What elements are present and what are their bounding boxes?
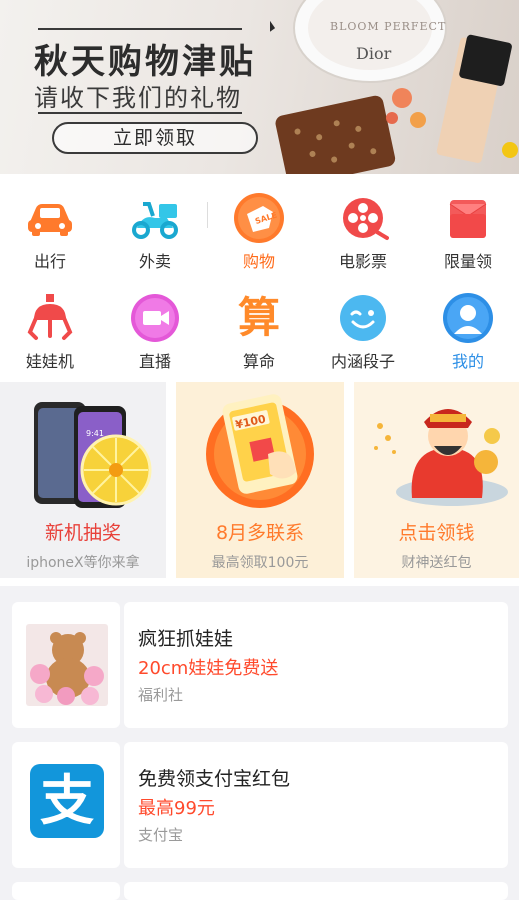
grid-item-label: 外卖 [138, 252, 171, 271]
card-title: 免费领支付宝红包 [138, 768, 291, 790]
grid-item-label: 购物 [242, 252, 275, 271]
phone-screen-time: 9:41 [86, 429, 104, 438]
promo-subtitle: 最高领取100元 [211, 555, 309, 571]
card-source: 福利社 [138, 686, 184, 704]
service-grid: 出行 外卖 SALE 购物 电影票 限量领 娃娃机 直播 算 算命 内涵段子 我… [0, 174, 519, 380]
user-avatar-icon [443, 293, 493, 343]
scooter-icon [132, 202, 178, 239]
product-label: BLOOM PERFECT [330, 20, 447, 33]
grid-item-movie-ticket[interactable]: 电影票 [311, 184, 415, 284]
grid-item-label: 内涵段子 [330, 352, 395, 371]
grid-item-label: 电影票 [338, 252, 387, 271]
promo-card-lottery[interactable]: 9:41 新机抽奖 iphoneX等你来拿 [0, 382, 166, 578]
promo-subtitle: 财神送红包 [401, 555, 472, 571]
card-highlight: 20cm娃娃免费送 [138, 658, 279, 679]
grid-item-mine[interactable]: 我的 [416, 284, 519, 384]
grid-item-takeout[interactable]: 外卖 [103, 184, 207, 284]
grid-item-label: 我的 [451, 352, 484, 371]
list-card-claw[interactable]: 疯狂抓娃娃 20cm娃娃免费送 福利社 [12, 602, 508, 728]
film-reel-icon [343, 198, 389, 240]
phone-lottery-icon: 9:41 [34, 402, 152, 508]
grid-item-label: 直播 [138, 352, 171, 371]
claw-machine-icon [27, 294, 73, 340]
god-of-wealth-icon [374, 409, 508, 506]
alipay-logo: 支 [30, 764, 104, 838]
promo-banner[interactable]: 秋天购物津贴 请收下我们的礼物 立即领取 BLOOM PERFECT Dior [0, 0, 519, 174]
list-card-alipay[interactable]: 支 免费领支付宝红包 最高99元 支付宝 [12, 742, 508, 868]
grid-item-label: 算命 [242, 352, 275, 371]
phone-money-icon: ¥100 [206, 394, 314, 508]
grid-item-shopping[interactable]: SALE 购物 [207, 184, 311, 284]
promo-subtitle: iphoneX等你来拿 [26, 555, 140, 571]
promo-card-fortune-money[interactable]: 点击领钱 财神送红包 [354, 382, 519, 578]
banner-title: 秋天购物津贴 [34, 42, 256, 82]
grid-item-label: 娃娃机 [25, 352, 74, 371]
promo-card-contact[interactable]: ¥100 8月多联系 最高领取100元 [176, 382, 344, 578]
grid-item-label: 限量领 [443, 252, 492, 271]
brand-label: Dior [356, 44, 392, 63]
red-envelope-icon [449, 200, 487, 238]
promo-title: 8月多联系 [215, 522, 305, 544]
card-thumbnail: 支 [12, 742, 120, 868]
banner-subtitle: 请收下我们的礼物 [34, 84, 242, 112]
car-icon [28, 204, 72, 236]
card-body: 疯狂抓娃娃 20cm娃娃免费送 福利社 [124, 602, 508, 728]
card-title: 疯狂抓娃娃 [138, 628, 234, 650]
card-thumbnail [12, 602, 120, 728]
sale-tag-icon: SALE [234, 193, 284, 243]
grid-item-label: 出行 [33, 252, 66, 271]
banner-top-rule [38, 28, 242, 30]
fortune-character-icon: 算 [237, 293, 280, 342]
grid-item-travel[interactable]: 出行 [0, 184, 102, 284]
claim-now-button[interactable]: 立即领取 [52, 122, 258, 154]
grid-item-claw-machine[interactable]: 娃娃机 [0, 284, 102, 384]
wink-face-icon [340, 295, 386, 341]
grid-item-limited[interactable]: 限量领 [416, 184, 519, 284]
video-camera-icon [131, 294, 179, 342]
card-body [124, 882, 508, 900]
promo-title: 新机抽奖 [44, 522, 121, 544]
grid-item-jokes[interactable]: 内涵段子 [311, 284, 415, 384]
card-highlight: 最高99元 [138, 798, 215, 819]
promo-title: 点击领钱 [398, 522, 475, 544]
grid-item-fortune[interactable]: 算 算命 [207, 284, 311, 384]
card-source: 支付宝 [138, 826, 184, 844]
list-card-next[interactable] [12, 882, 508, 900]
promo-cards: 9:41 新机抽奖 iphoneX等你来拿 ¥100 8月多联系 最高领取100… [0, 380, 519, 586]
card-thumbnail [12, 882, 120, 900]
plush-toys-thumbnail [26, 624, 108, 706]
grid-item-live[interactable]: 直播 [103, 284, 207, 384]
card-body: 免费领支付宝红包 最高99元 支付宝 [124, 742, 508, 868]
